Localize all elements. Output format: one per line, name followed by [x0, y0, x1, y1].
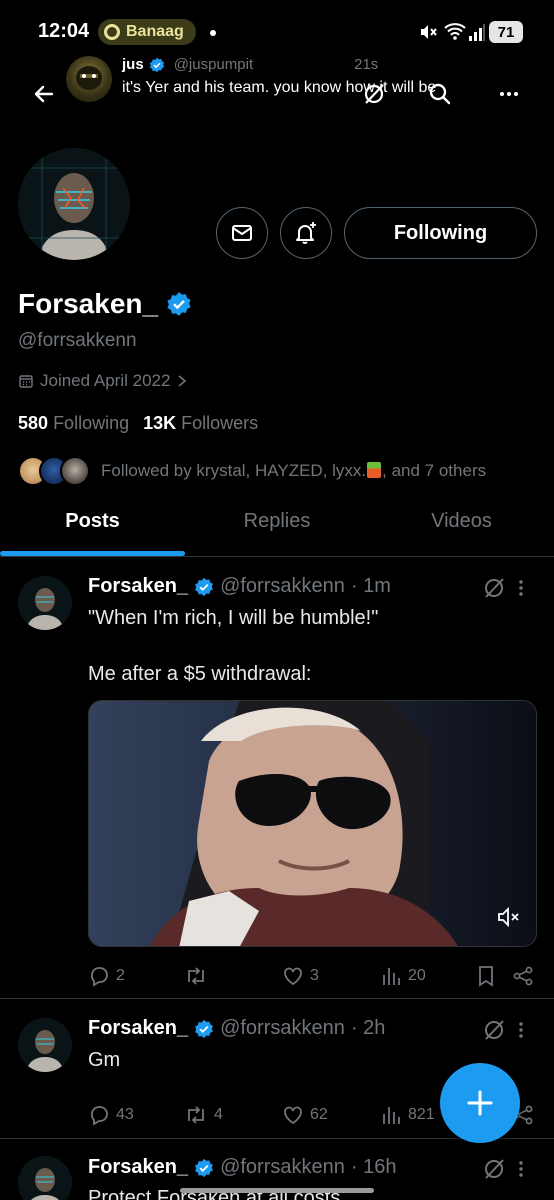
calendar-icon: [19, 375, 33, 388]
display-name: Forsaken_: [18, 288, 159, 319]
mute-video-icon[interactable]: [497, 906, 521, 928]
tweet-avatar[interactable]: [18, 1156, 72, 1200]
followed-by-row[interactable]: Followed by krystal, HAYZED, lyxx., and …: [18, 455, 486, 487]
joined-date[interactable]: Joined April 2022: [18, 371, 188, 391]
notification-dot: [210, 30, 216, 36]
retweet-button[interactable]: [184, 965, 214, 987]
bell-plus-icon: [296, 222, 316, 244]
envelope-icon: [232, 225, 252, 241]
verified-badge-icon: [194, 1019, 214, 1039]
tweet-avatar[interactable]: [18, 576, 72, 630]
tweet-text-line: "When I'm rich, I will be humble!": [88, 607, 379, 629]
profile-handle: @forrsakkenn: [18, 330, 137, 351]
verified-badge-icon[interactable]: [166, 291, 192, 317]
reply-button[interactable]: 2: [88, 965, 125, 987]
banner-tweet-avatar: [66, 56, 112, 102]
views-button[interactable]: 20: [380, 965, 426, 987]
drink-emoji-icon: [367, 462, 382, 478]
mute-icon: [418, 22, 438, 42]
tweet-header: Forsaken_ @forrsakkenn · 1m: [88, 575, 391, 598]
views-button[interactable]: 821: [380, 1104, 435, 1126]
banner-tweet-handle: @juspumpit: [173, 56, 254, 73]
tweet-author-name[interactable]: Forsaken_: [88, 1156, 188, 1179]
heart-icon: [284, 1106, 302, 1125]
tweet-age: · 16h: [350, 1156, 397, 1178]
tab-posts[interactable]: Posts: [0, 510, 185, 533]
tabs-divider: [0, 556, 554, 557]
retweet-button[interactable]: 4: [184, 1104, 223, 1126]
followers-stat[interactable]: 13K Followers: [143, 413, 258, 434]
follow-stats: 580 Following 13K Followers: [18, 413, 258, 434]
back-arrow-icon[interactable]: [26, 76, 62, 112]
following-button[interactable]: Following: [344, 207, 537, 259]
clock: 12:04: [38, 20, 90, 42]
grok-icon[interactable]: [356, 76, 392, 112]
like-button[interactable]: 3: [282, 965, 319, 987]
follower-avatars: [18, 456, 90, 486]
chevron-right-icon: [178, 375, 187, 387]
tweet-divider: [0, 998, 554, 999]
more-options-icon[interactable]: [491, 76, 527, 112]
battery-indicator: 71: [489, 21, 523, 43]
joined-label: Joined April 2022: [40, 371, 171, 390]
heart-icon: [284, 967, 302, 986]
tweet-author-handle: @forrsakkenn: [220, 575, 345, 597]
compose-button[interactable]: [440, 1063, 520, 1143]
signal-icon: [468, 22, 486, 42]
tweet-author-name[interactable]: Forsaken_: [88, 575, 188, 598]
retweet-icon: [188, 967, 204, 985]
share-icon[interactable]: [512, 965, 534, 987]
tweet-text: "When I'm rich, I will be humble!" Me af…: [88, 604, 378, 688]
views-icon: [383, 968, 400, 985]
grok-icon[interactable]: [482, 576, 506, 600]
reply-icon: [91, 1106, 108, 1126]
tweet-more-icon[interactable]: [516, 1020, 526, 1040]
tweet-video[interactable]: [88, 700, 537, 947]
bookmark-icon[interactable]: [476, 965, 496, 987]
verified-badge-icon: [149, 57, 165, 73]
profile-avatar[interactable]: [18, 148, 130, 260]
tweet-author-handle: @forrsakkenn: [220, 1156, 345, 1178]
reply-icon: [91, 967, 108, 987]
plus-icon: [467, 1090, 493, 1116]
like-button[interactable]: 62: [282, 1104, 328, 1126]
profile-name: Forsaken_: [18, 288, 192, 320]
tweet-more-icon[interactable]: [516, 578, 526, 598]
search-icon[interactable]: [422, 76, 458, 112]
tweet-age: · 1m: [350, 575, 391, 597]
tweet-author-name[interactable]: Forsaken_: [88, 1017, 188, 1040]
reply-button[interactable]: 43: [88, 1104, 134, 1126]
carrier-icon: [104, 24, 120, 40]
banner-tweet-name: jus: [122, 56, 144, 73]
views-icon: [383, 1107, 400, 1124]
tab-replies[interactable]: Replies: [185, 510, 369, 533]
tweet-author-handle: @forrsakkenn: [220, 1017, 345, 1039]
grok-icon[interactable]: [482, 1157, 506, 1181]
verified-badge-icon: [194, 577, 214, 597]
tweet-more-icon[interactable]: [516, 1159, 526, 1179]
status-bar: 12:04 Banaag 71: [0, 0, 554, 60]
following-stat[interactable]: 580 Following: [18, 413, 129, 434]
tweet-age: · 2h: [350, 1017, 386, 1039]
carrier-label: Banaag: [126, 23, 184, 40]
follower-avatar: [60, 456, 90, 486]
verified-badge-icon: [194, 1158, 214, 1178]
tweet-header: Forsaken_ @forrsakkenn · 16h: [88, 1156, 396, 1179]
retweet-icon: [188, 1106, 204, 1124]
message-button[interactable]: [216, 207, 268, 259]
home-indicator[interactable]: [180, 1188, 374, 1193]
tweet-text: Gm: [88, 1049, 121, 1071]
banner-tweet-header: jus @juspumpit 21s: [122, 56, 378, 73]
followed-by-text: Followed by krystal, HAYZED, lyxx., and …: [101, 461, 487, 480]
notifications-button[interactable]: [280, 207, 332, 259]
tweet-text-line: Me after a $5 withdrawal:: [88, 663, 312, 685]
banner-tweet-age: 21s: [354, 56, 379, 73]
grok-icon[interactable]: [482, 1018, 506, 1042]
tab-videos[interactable]: Videos: [369, 510, 554, 533]
tweet-avatar[interactable]: [18, 1018, 72, 1072]
carrier-pill: Banaag: [98, 19, 196, 45]
wifi-icon: [443, 21, 467, 41]
tweet-header: Forsaken_ @forrsakkenn · 2h: [88, 1017, 385, 1040]
